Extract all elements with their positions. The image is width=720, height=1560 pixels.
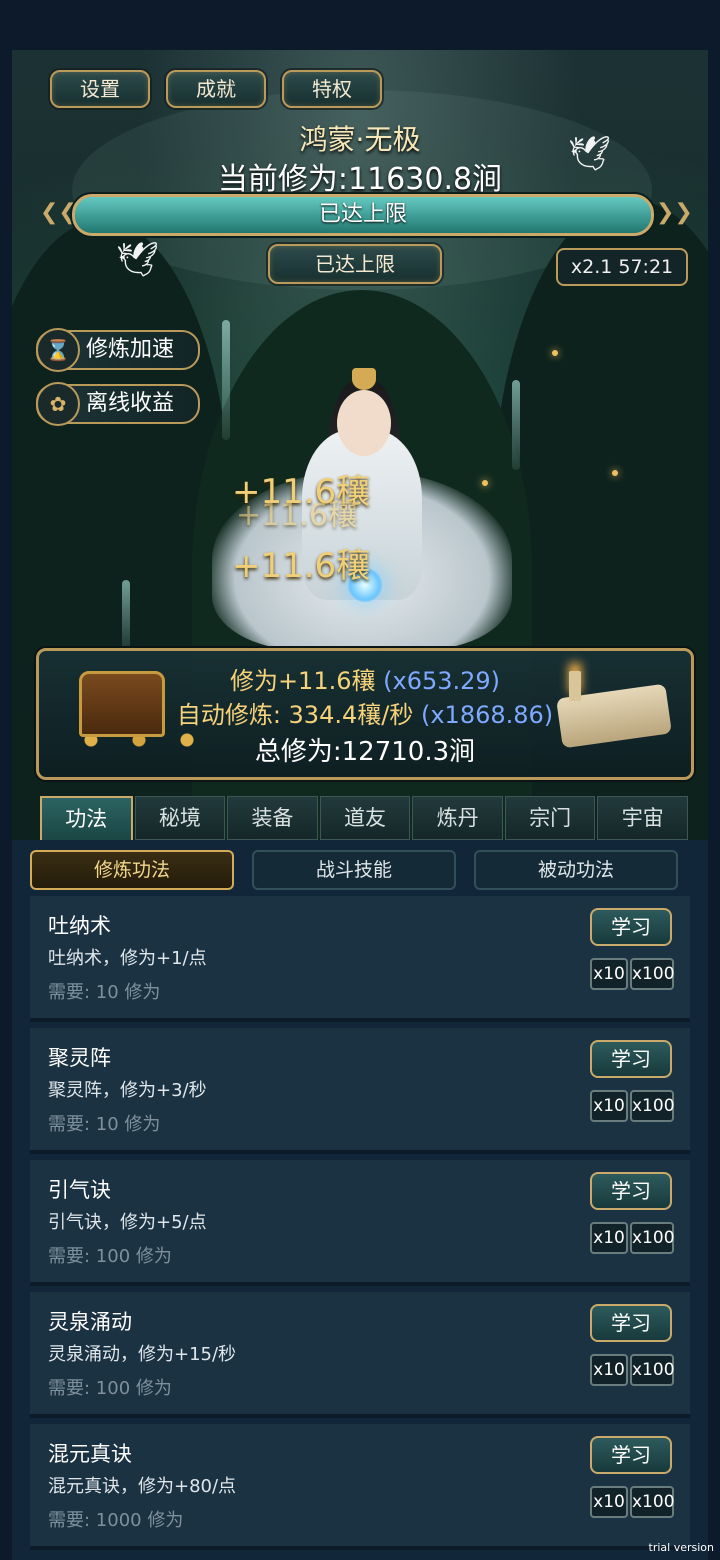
technique-name: 引气诀 (48, 1178, 111, 1202)
technique-requirement: 需要: 1000 修为 (48, 1510, 184, 1531)
auto-label: 自动修炼: 334.4穰/秒 (176, 701, 414, 729)
learn-button[interactable]: 学习 (590, 1304, 672, 1342)
tab-alchemy[interactable]: 炼丹 (412, 796, 503, 840)
technique-desc: 灵泉涌动，修为+15/秒 (48, 1344, 237, 1365)
tab-techniques[interactable]: 功法 (40, 796, 133, 840)
x10-button[interactable]: x10 (590, 1222, 628, 1254)
technique-requirement: 需要: 10 修为 (48, 1114, 161, 1135)
technique-item: 吐纳术 吐纳术，修为+1/点 需要: 10 修为 学习 x10 x100 (30, 896, 690, 1022)
tab-sect[interactable]: 宗门 (504, 796, 596, 840)
x100-button[interactable]: x100 (630, 1486, 675, 1518)
character-head (337, 390, 391, 456)
technique-name: 吐纳术 (48, 914, 111, 938)
crown-icon (352, 368, 376, 390)
technique-name: 灵泉涌动 (48, 1310, 132, 1334)
tab-companions[interactable]: 道友 (319, 796, 411, 840)
settings-button[interactable]: 设置 (50, 70, 150, 108)
offline-label: 离线收益 (86, 391, 175, 416)
x10-button[interactable]: x10 (590, 958, 628, 990)
lotus-icon: ✿ (36, 382, 80, 426)
gain-multiplier: (x653.29) (383, 667, 501, 695)
current-cultivation: 当前修为:11630.8涧 (217, 162, 503, 197)
learn-button[interactable]: 学习 (590, 1040, 672, 1078)
multiplier-timer-badge[interactable]: x2.1 57:21 (556, 248, 688, 286)
gain-per-click: 修为+11.6穰 (x653.29) (39, 661, 691, 696)
main-tab-bar: 功法 秘境 装备 道友 炼丹 宗门 宇宙 (40, 796, 689, 840)
breakthrough-button[interactable]: 已达上限 (268, 244, 442, 284)
watermark: trial version (648, 1541, 714, 1554)
subtab-combat-skills[interactable]: 战斗技能 (252, 850, 456, 890)
x100-button[interactable]: x100 (630, 1354, 675, 1386)
technique-name: 聚灵阵 (48, 1046, 111, 1070)
x10-button[interactable]: x10 (590, 1354, 628, 1386)
technique-name: 混元真诀 (48, 1442, 132, 1466)
learn-button[interactable]: 学习 (590, 1436, 672, 1474)
x100-button[interactable]: x100 (630, 1222, 675, 1254)
game-frame: 🕊 🕊 设置 成就 特权 鸿蒙·无极 当前修为:11630.8涧 ❮❮ ❯❯ 已… (12, 50, 708, 1560)
learn-button[interactable]: 学习 (590, 908, 672, 946)
x100-button[interactable]: x100 (630, 1090, 675, 1122)
x100-button[interactable]: x100 (630, 958, 675, 990)
subtab-passive-techniques[interactable]: 被动功法 (474, 850, 678, 890)
achievements-button[interactable]: 成就 (166, 70, 266, 108)
learn-button[interactable]: 学习 (590, 1172, 672, 1210)
sub-tab-bar: 修炼功法 战斗技能 被动功法 (30, 850, 690, 890)
technique-desc: 引气诀，修为+5/点 (48, 1212, 207, 1233)
technique-item: 灵泉涌动 灵泉涌动，修为+15/秒 需要: 100 修为 学习 x10 x100 (30, 1292, 690, 1418)
cultivation-info-panel: 修为+11.6穰 (x653.29) 自动修炼: 334.4穰/秒 (x1868… (36, 648, 694, 780)
offline-earnings-button[interactable]: ✿ 离线收益 (36, 382, 200, 426)
waterfall (122, 580, 130, 650)
technique-desc: 混元真诀，修为+80/点 (48, 1476, 237, 1497)
floating-gain: +11.6穰 (232, 546, 371, 586)
x10-button[interactable]: x10 (590, 1486, 628, 1518)
hourglass-icon: ⌛ (36, 328, 80, 372)
cultivation-progress-bar: 已达上限 (72, 194, 654, 236)
auto-multiplier: (x1868.86) (420, 701, 554, 729)
total-cultivation: 总修为:12710.3涧 (254, 737, 476, 767)
technique-requirement: 需要: 10 修为 (48, 982, 161, 1003)
technique-requirement: 需要: 100 修为 (48, 1378, 172, 1399)
tab-equipment[interactable]: 装备 (227, 796, 318, 840)
technique-requirement: 需要: 100 修为 (48, 1246, 172, 1267)
speedup-label: 修炼加速 (86, 337, 175, 362)
waterfall (222, 320, 230, 440)
floating-gain: +11.6穰 (236, 498, 358, 533)
realm-name: 鸿蒙·无极 (299, 123, 421, 156)
technique-item: 引气诀 引气诀，修为+5/点 需要: 100 修为 学习 x10 x100 (30, 1160, 690, 1286)
technique-desc: 聚灵阵，修为+3/秒 (48, 1080, 207, 1101)
lantern (482, 480, 488, 486)
cultivation-scene: 🕊 🕊 设置 成就 特权 鸿蒙·无极 当前修为:11630.8涧 ❮❮ ❯❯ 已… (12, 50, 708, 840)
crane-icon: 🕊 (116, 240, 160, 280)
auto-cultivation-rate: 自动修炼: 334.4穰/秒 (x1868.86) (39, 695, 691, 730)
technique-item: 聚灵阵 聚灵阵，修为+3/秒 需要: 10 修为 学习 x10 x100 (30, 1028, 690, 1154)
x10-button[interactable]: x10 (590, 1090, 628, 1122)
waterfall (512, 380, 520, 470)
technique-panel: 修炼功法 战斗技能 被动功法 吐纳术 吐纳术，修为+1/点 需要: 10 修为 … (12, 840, 708, 1560)
lantern (612, 470, 618, 476)
technique-desc: 吐纳术，修为+1/点 (48, 948, 207, 969)
tab-secret-realm[interactable]: 秘境 (134, 796, 226, 840)
privileges-button[interactable]: 特权 (282, 70, 382, 108)
tab-universe[interactable]: 宇宙 (597, 796, 689, 840)
lantern (552, 350, 558, 356)
technique-item: 混元真诀 混元真诀，修为+80/点 需要: 1000 修为 学习 x10 x10… (30, 1424, 690, 1550)
ornament-right-icon: ❯❯ (656, 200, 693, 225)
gain-label: 修为+11.6穰 (229, 667, 376, 695)
speedup-button[interactable]: ⌛ 修炼加速 (36, 328, 200, 372)
progress-label: 已达上限 (318, 202, 407, 227)
subtab-cultivation-techniques[interactable]: 修炼功法 (30, 850, 234, 890)
